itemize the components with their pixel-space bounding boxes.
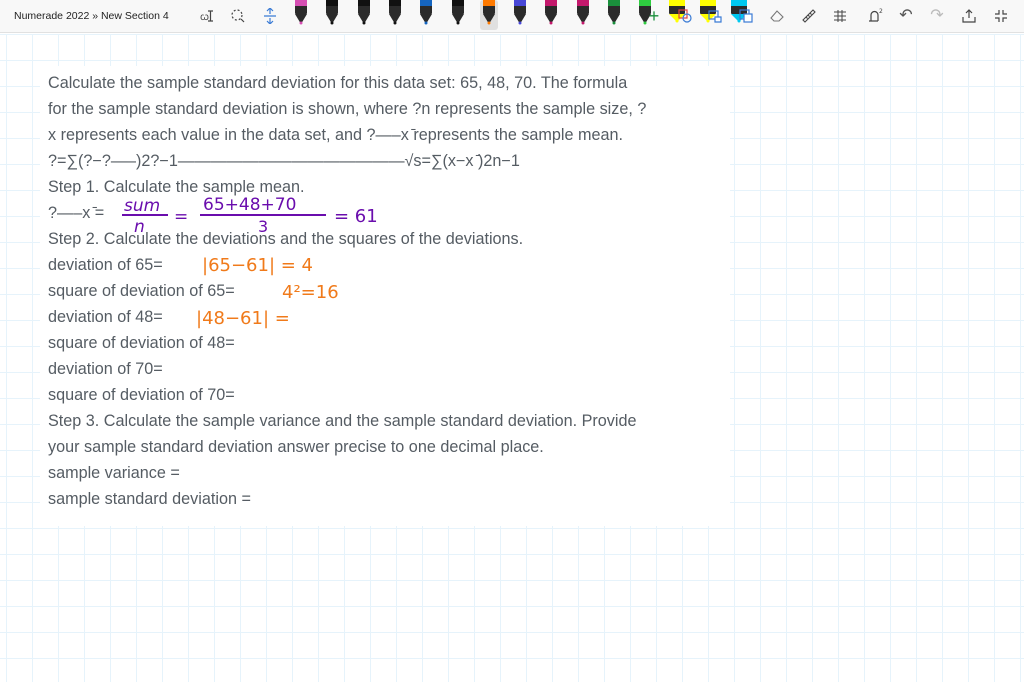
ink-to-text-icon[interactable] xyxy=(706,7,724,25)
deviation-label: deviation of 65= xyxy=(48,256,163,274)
step-heading: Step 2. Calculate the deviations and the… xyxy=(48,230,524,248)
svg-text:2: 2 xyxy=(879,8,883,15)
fullscreen-icon[interactable] xyxy=(992,7,1010,25)
variance-label: sample variance = xyxy=(48,464,180,482)
pen-tool-10[interactable] xyxy=(574,0,592,30)
format-icon[interactable] xyxy=(831,7,849,25)
breadcrumb[interactable]: Numerade 2022 » New Section 4 xyxy=(14,10,169,22)
replay-icon[interactable]: 2 xyxy=(866,7,884,25)
undo-icon[interactable]: ↶ xyxy=(897,7,915,25)
pen-tool-9[interactable] xyxy=(542,0,560,30)
std-dev-label: sample standard deviation = xyxy=(48,490,251,508)
svg-text:ꞷ: ꞷ xyxy=(200,12,209,23)
share-icon[interactable] xyxy=(960,7,978,25)
deviation-label: deviation of 70= xyxy=(48,360,163,378)
add-space-icon[interactable] xyxy=(261,7,279,25)
formula-line: ?=∑(?−?—–)2?−1——————————————√s=∑(x−x ̄)2… xyxy=(48,152,520,170)
app-toolbar: Numerade 2022 » New Section 4 ꞷ + 2 ↶ ↷ xyxy=(0,0,1024,33)
deviation-label: square of deviation of 48= xyxy=(48,334,235,352)
step-heading: Step 3. Calculate the sample variance an… xyxy=(48,412,637,430)
math-icon[interactable] xyxy=(737,7,755,25)
deviation-label: deviation of 48= xyxy=(48,308,163,326)
pen-tool-7[interactable] xyxy=(480,0,498,30)
redo-icon[interactable]: ↷ xyxy=(928,7,946,25)
deviation-label: square of deviation of 65= xyxy=(48,282,235,300)
question-line: your sample standard deviation answer pr… xyxy=(48,438,544,456)
mean-label: ?—–x ̄= xyxy=(48,204,105,222)
pen-tool-3[interactable] xyxy=(355,0,373,30)
question-line: x represents each value in the data set,… xyxy=(48,126,623,144)
lasso-text-icon[interactable]: ꞷ xyxy=(198,7,216,25)
ruler-icon[interactable] xyxy=(800,7,818,25)
plus-icon[interactable]: + xyxy=(645,7,663,25)
deviation-label: square of deviation of 70= xyxy=(48,386,235,404)
pen-tool-8[interactable] xyxy=(511,0,529,30)
pen-tool-6[interactable] xyxy=(449,0,467,30)
pen-tool-11[interactable] xyxy=(605,0,623,30)
pen-tool-2[interactable] xyxy=(323,0,341,30)
step-heading: Step 1. Calculate the sample mean. xyxy=(48,178,305,196)
question-line: for the sample standard deviation is sho… xyxy=(48,100,647,118)
ink-to-shape-icon[interactable] xyxy=(676,7,694,25)
pen-tool-1[interactable] xyxy=(292,0,310,30)
question-line: Calculate the sample standard deviation … xyxy=(48,74,628,92)
pen-tool-4[interactable] xyxy=(386,0,404,30)
pen-tool-5[interactable] xyxy=(417,0,435,30)
lasso-select-icon[interactable] xyxy=(229,7,247,25)
eraser-icon[interactable] xyxy=(768,7,786,25)
